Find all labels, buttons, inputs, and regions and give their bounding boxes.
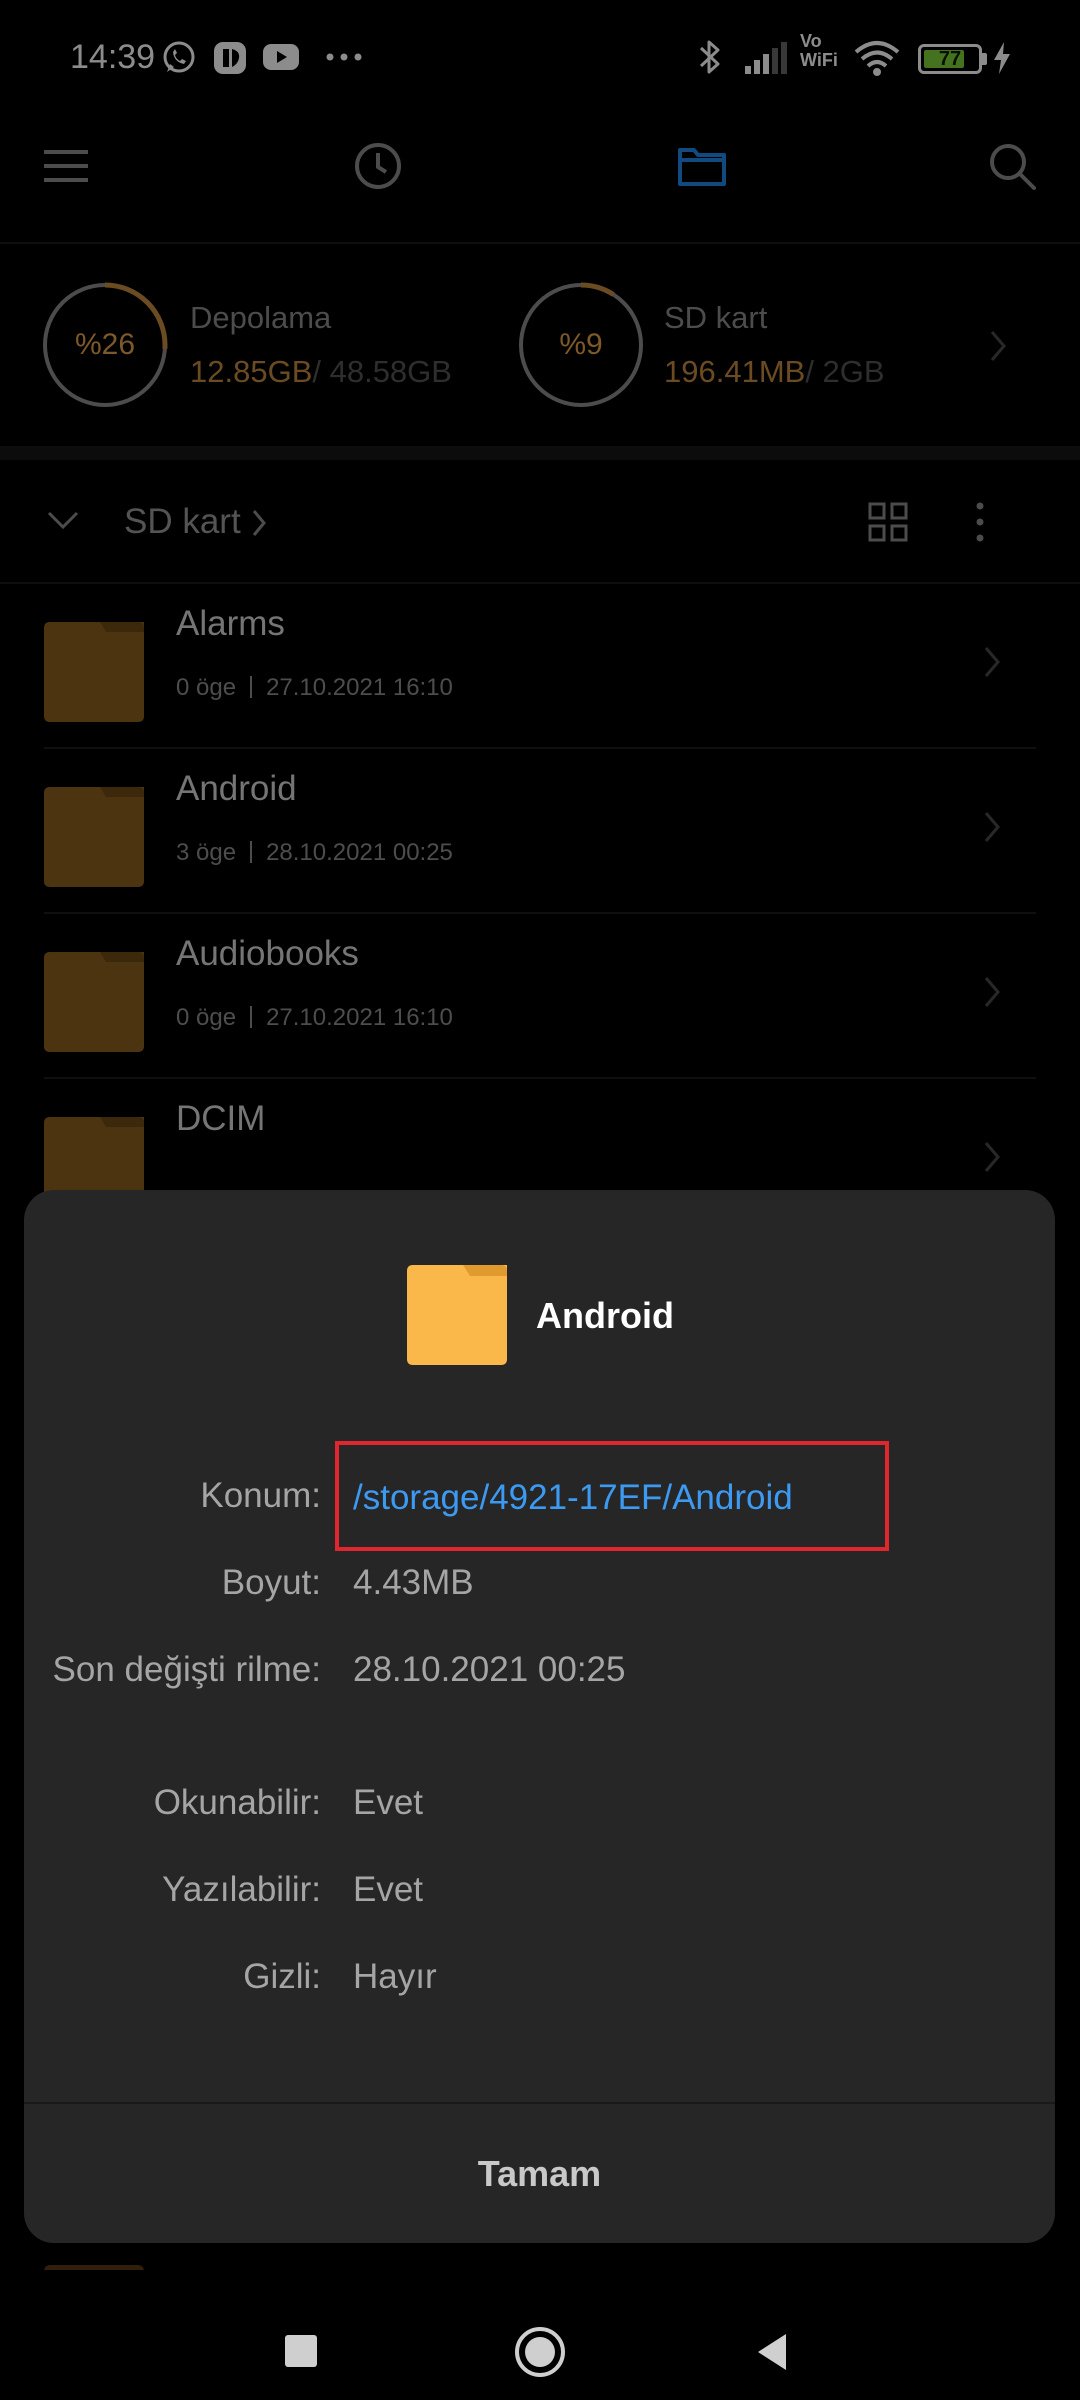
prop-label-hidden: Gizli: bbox=[243, 1957, 321, 1996]
prop-value-readable: Evet bbox=[353, 1783, 424, 1822]
ok-button[interactable]: Tamam bbox=[24, 2104, 1055, 2243]
prop-label-readable: Okunabilir: bbox=[153, 1783, 321, 1822]
prop-label-location: Konum: bbox=[200, 1476, 321, 1515]
prop-value-location[interactable]: /storage/4921-17EF/Android bbox=[353, 1475, 793, 1521]
dialog-title: Android bbox=[536, 1295, 674, 1336]
prop-value-hidden: Hayır bbox=[353, 1957, 437, 1996]
prop-value-writable: Evet bbox=[353, 1870, 424, 1909]
navigation-bar bbox=[0, 2270, 1080, 2400]
prop-label-size: Boyut: bbox=[221, 1563, 321, 1602]
back-button-icon[interactable] bbox=[754, 2332, 790, 2372]
prop-value-modified: 28.10.2021 00:25 bbox=[353, 1650, 626, 1689]
recents-button-icon[interactable] bbox=[284, 2334, 318, 2368]
prop-value-size: 4.43MB bbox=[353, 1563, 474, 1602]
prop-label-modified: Son değişti rilme: bbox=[52, 1650, 321, 1689]
prop-label-writable: Yazılabilir: bbox=[162, 1870, 321, 1909]
folder-icon bbox=[407, 1265, 507, 1365]
properties-dialog: Android Konum: /storage/4921-17EF/Androi… bbox=[24, 1190, 1055, 2243]
home-button-icon[interactable] bbox=[514, 2326, 566, 2378]
